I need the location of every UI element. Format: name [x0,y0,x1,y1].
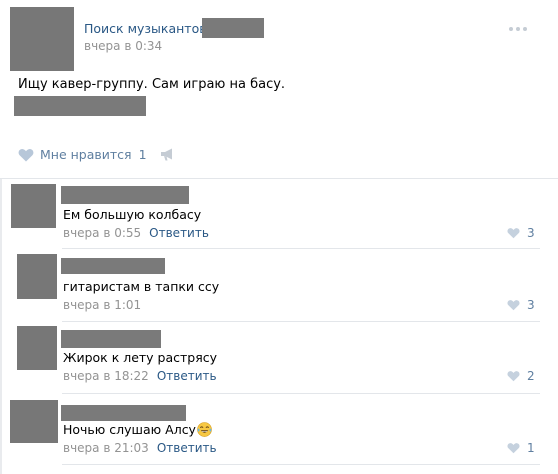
redacted-block [202,18,264,38]
like-count: 1 [138,147,147,162]
heart-icon [18,148,34,161]
comment-text: Ем большую колбасу [63,207,202,222]
comment-text: Ночью слушаю Алсу [63,422,196,437]
comment-time-row: вчера в 18:22 Ответить [63,369,217,383]
reply-link[interactable]: Ответить [157,441,217,455]
heart-icon [507,371,520,382]
comment-time-row: вчера в 0:55 Ответить [63,226,209,240]
commenter-avatar[interactable] [11,184,56,228]
comment-time[interactable]: вчера в 0:55 [63,226,141,240]
like-button[interactable]: Мне нравится 1 [18,147,147,162]
comment-time-row: вчера в 1:01 [63,298,141,312]
redacted-name [61,405,186,421]
divider [62,393,540,394]
comment-like-count: 1 [527,441,535,455]
redacted-name [61,258,165,274]
redacted-name [61,186,189,204]
comment-text-row: Ночью слушаю Алсу [63,422,212,437]
post: Поиск музыкантов вчера в 0:34 Ищу кавер-… [0,0,558,178]
comment-text: гитаристам в тапки ссу [63,279,220,294]
comment-time[interactable]: вчера в 18:22 [63,369,149,383]
comment-like-count: 3 [527,298,535,312]
divider [0,178,558,179]
divider [62,464,540,465]
comment-like-button[interactable]: 3 [507,226,535,240]
like-label: Мне нравится [40,147,132,162]
post-text: Ищу кавер-группу. Сам играю на басу. [18,77,286,92]
more-dots-icon[interactable] [509,27,531,33]
left-rail [0,178,2,474]
post-time[interactable]: вчера в 0:34 [84,39,162,53]
heart-icon [507,228,520,239]
redacted-name [61,330,161,348]
comment-time-row: вчера в 21:03 Ответить [63,441,217,455]
reply-link[interactable]: Ответить [149,226,209,240]
commenter-avatar[interactable] [17,254,57,299]
comment-like-button[interactable]: 1 [507,441,535,455]
group-name-link[interactable]: Поиск музыкантов [84,21,207,36]
comment-like-count: 2 [527,369,535,383]
commenter-avatar[interactable] [17,326,57,370]
comment-like-count: 3 [527,226,535,240]
divider [62,321,540,322]
heart-icon [507,300,520,311]
tears-of-joy-emoji [197,422,212,437]
divider [62,248,540,249]
reply-link[interactable]: Ответить [157,369,217,383]
group-avatar[interactable] [10,7,74,71]
heart-icon [507,443,520,454]
commenter-avatar[interactable] [10,400,58,443]
comment-like-button[interactable]: 3 [507,298,535,312]
megaphone-icon[interactable] [160,148,175,161]
comment-time[interactable]: вчера в 1:01 [63,298,141,312]
comment-time[interactable]: вчера в 21:03 [63,441,149,455]
redacted-block [14,96,146,116]
comment-like-button[interactable]: 2 [507,369,535,383]
comment-text: Жирок к лету растрясу [63,350,218,365]
